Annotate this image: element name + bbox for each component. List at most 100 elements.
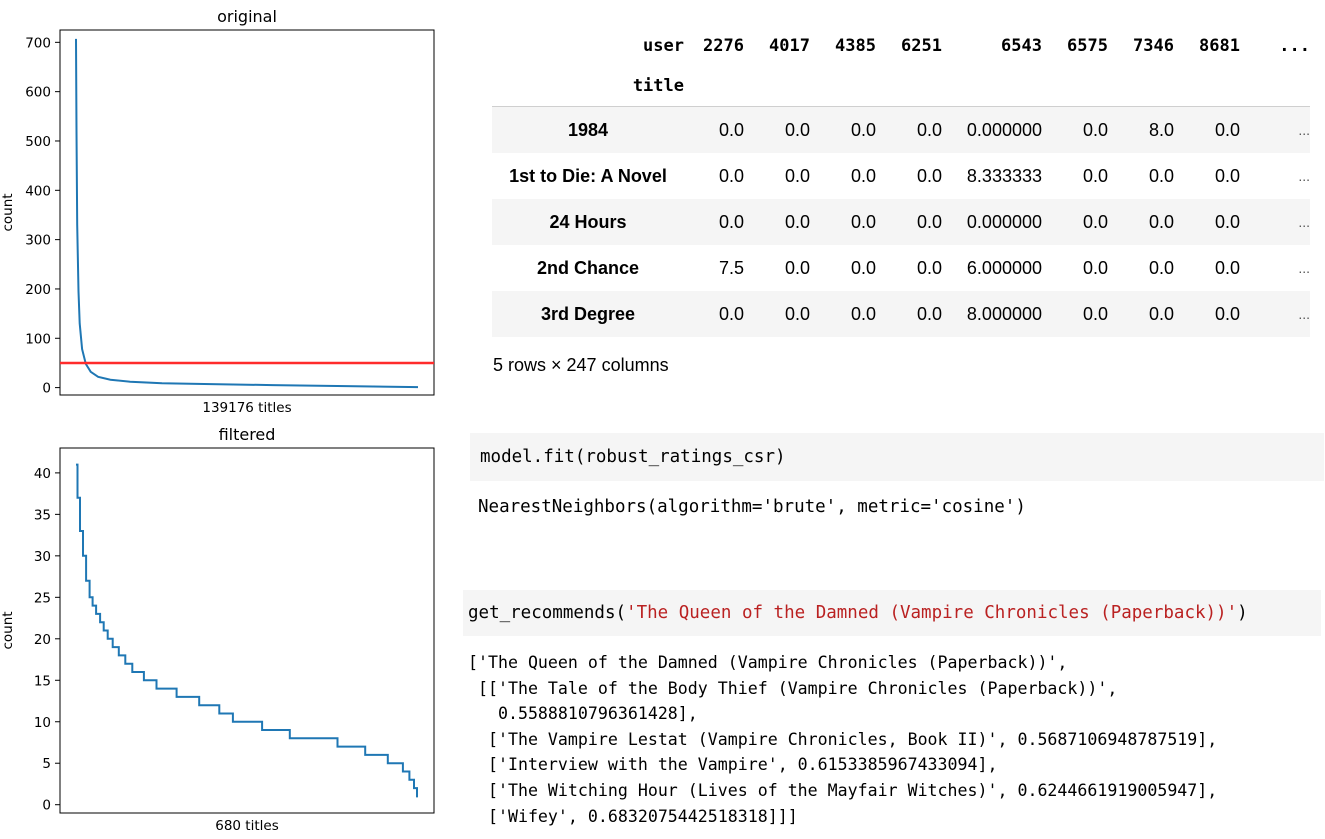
table-cell: ... (1298, 260, 1310, 276)
table-cell: 0.0 (718, 211, 744, 232)
y-tick-label: 100 (25, 331, 51, 347)
y-tick-label: 0 (42, 381, 51, 397)
y-tick-label: 30 (34, 549, 51, 565)
ratings-table: user 2276 4017 4385 6251 6543 6575 7346 8681...… (492, 26, 1310, 337)
table-cell: 0.0 (718, 119, 744, 140)
table-cell: 6.000000 (966, 257, 1042, 278)
index-name-row: title (492, 66, 1310, 107)
table-cell: 0.0 (850, 165, 876, 186)
function-call: get_recommends( (468, 603, 627, 623)
recommendations-output: ['The Queen of the Damned (Vampire Chron… (468, 650, 1217, 829)
table-row: 3rd Degree 0.0 0.0 0.0 0.0 8.000000 0.0 0.0 0.0.… (492, 291, 1310, 337)
column-header: 4017 (769, 36, 810, 56)
table-cell: 0.0 (1214, 165, 1240, 186)
string-argument: 'The Queen of the Damned (Vampire Chroni… (626, 603, 1238, 623)
table-cell: 0.0 (850, 119, 876, 140)
empty-header-cell (684, 66, 744, 107)
fit-code-cell[interactable]: model.fit(robust_ratings_csr) (470, 433, 1324, 481)
table-cell: 0.0 (916, 119, 942, 140)
y-tick-label: 0 (42, 798, 51, 814)
y-tick-label: 500 (25, 134, 51, 150)
column-header: 4385 (835, 36, 876, 56)
table-cell: ... (1298, 122, 1310, 138)
row-title: 2nd Chance (536, 257, 640, 278)
y-tick-label: 20 (34, 632, 51, 648)
table-cell: 0.0 (784, 257, 810, 278)
empty-header-cell (1174, 66, 1240, 107)
y-tick-label: 400 (25, 183, 51, 199)
table-cell: 0.000000 (966, 119, 1042, 140)
y-tick-label: 35 (34, 507, 51, 523)
output-line: ['Wifey', 0.6832075442518318]]] (468, 806, 798, 826)
table-cell: 0.0 (850, 257, 876, 278)
empty-header-cell (942, 66, 1042, 107)
row-title: 1st to Die: A Novel (509, 165, 667, 186)
table-cell: 0.0 (1148, 165, 1174, 186)
table-cell: 0.000000 (966, 211, 1042, 232)
table-cell: 0.0 (1082, 211, 1108, 232)
table-header-row: user 2276 4017 4385 6251 6543 6575 7346 8681... (492, 26, 1310, 66)
empty-header-cell (810, 66, 876, 107)
table-cell: 0.0 (850, 303, 876, 324)
plot-frame (59, 447, 435, 814)
columns-header-label: user (643, 36, 684, 56)
dataframe-shape: 5 rows × 247 columns (493, 355, 669, 375)
chart-title: filtered (219, 425, 276, 444)
recommend-code-cell[interactable]: get_recommends('The Queen of the Damned … (463, 590, 1321, 636)
table-row: 24 Hours 0.0 0.0 0.0 0.0 0.000000 0.0 0.0 0.0... (492, 199, 1310, 245)
table-row: 1st to Die: A Novel 0.0 0.0 0.0 0.0 8.333333 0… (492, 153, 1310, 199)
table-cell: 0.0 (784, 119, 810, 140)
chart-title: original (217, 7, 277, 26)
column-header: ... (1279, 36, 1310, 56)
table-cell: ... (1298, 306, 1310, 322)
output-line: ['Interview with the Vampire', 0.6153385… (468, 755, 998, 775)
charts-figure: original139176 titlescount01002003004005… (0, 7, 435, 834)
table-cell: 0.0 (1214, 257, 1240, 278)
table-cell: 0.0 (718, 303, 744, 324)
y-tick-label: 300 (25, 233, 51, 249)
fit-output: NearestNeighbors(algorithm='brute', metr… (478, 497, 1026, 517)
output-line: 0.5588810796361428], (468, 704, 698, 724)
table-cell: 0.0 (718, 165, 744, 186)
empty-header-cell (1108, 66, 1174, 107)
y-tick-label: 15 (34, 673, 51, 689)
table-cell: 0.0 (1214, 303, 1240, 324)
table-cell: 8.000000 (966, 303, 1042, 324)
table-cell: 0.0 (1082, 165, 1108, 186)
y-tick-label: 600 (25, 85, 51, 101)
y-tick-label: 200 (25, 282, 51, 298)
x-axis-label: 680 titles (215, 818, 279, 834)
y-tick-label: 700 (25, 35, 51, 51)
output-line: ['The Witching Hour (Lives of the Mayfai… (468, 780, 1218, 800)
table-cell: 0.0 (916, 211, 942, 232)
table-cell: 8.333333 (966, 165, 1042, 186)
y-axis-label: count (0, 193, 16, 231)
empty-header-cell (1240, 66, 1310, 107)
table-cell: 0.0 (850, 211, 876, 232)
output-line: ['The Queen of the Damned (Vampire Chron… (468, 653, 1068, 672)
table-cell: 0.0 (784, 303, 810, 324)
table-cell: ... (1298, 168, 1310, 184)
column-header: 7346 (1133, 36, 1174, 56)
table-cell: 0.0 (1148, 211, 1174, 232)
empty-header-cell (1042, 66, 1108, 107)
table-cell: 0.0 (1148, 303, 1174, 324)
x-axis-label: 139176 titles (202, 400, 291, 416)
table-row: 2nd Chance 7.5 0.0 0.0 0.0 6.000000 0.0 0.0 0.0.… (492, 245, 1310, 291)
closing-paren: ) (1237, 603, 1248, 623)
y-tick-label: 10 (34, 715, 51, 731)
row-title: 24 Hours (549, 211, 627, 232)
table-cell: 0.0 (916, 303, 942, 324)
column-header: 6251 (901, 36, 942, 56)
table-cell: 0.0 (784, 211, 810, 232)
row-title: 3rd Degree (540, 303, 636, 324)
y-axis-label: count (0, 611, 16, 649)
table-row: 1984 0.0 0.0 0.0 0.0 0.000000 0.0 8.0 0.0... (492, 106, 1310, 153)
plot-frame (59, 29, 435, 396)
table-cell: 0.0 (1214, 211, 1240, 232)
column-header: 8681 (1199, 36, 1240, 56)
output-line: [['The Tale of the Body Thief (Vampire C… (468, 678, 1118, 698)
output-line: ['The Vampire Lestat (Vampire Chronicles… (468, 729, 1218, 749)
empty-header-cell (876, 66, 942, 107)
table-cell: 8.0 (1148, 119, 1174, 140)
